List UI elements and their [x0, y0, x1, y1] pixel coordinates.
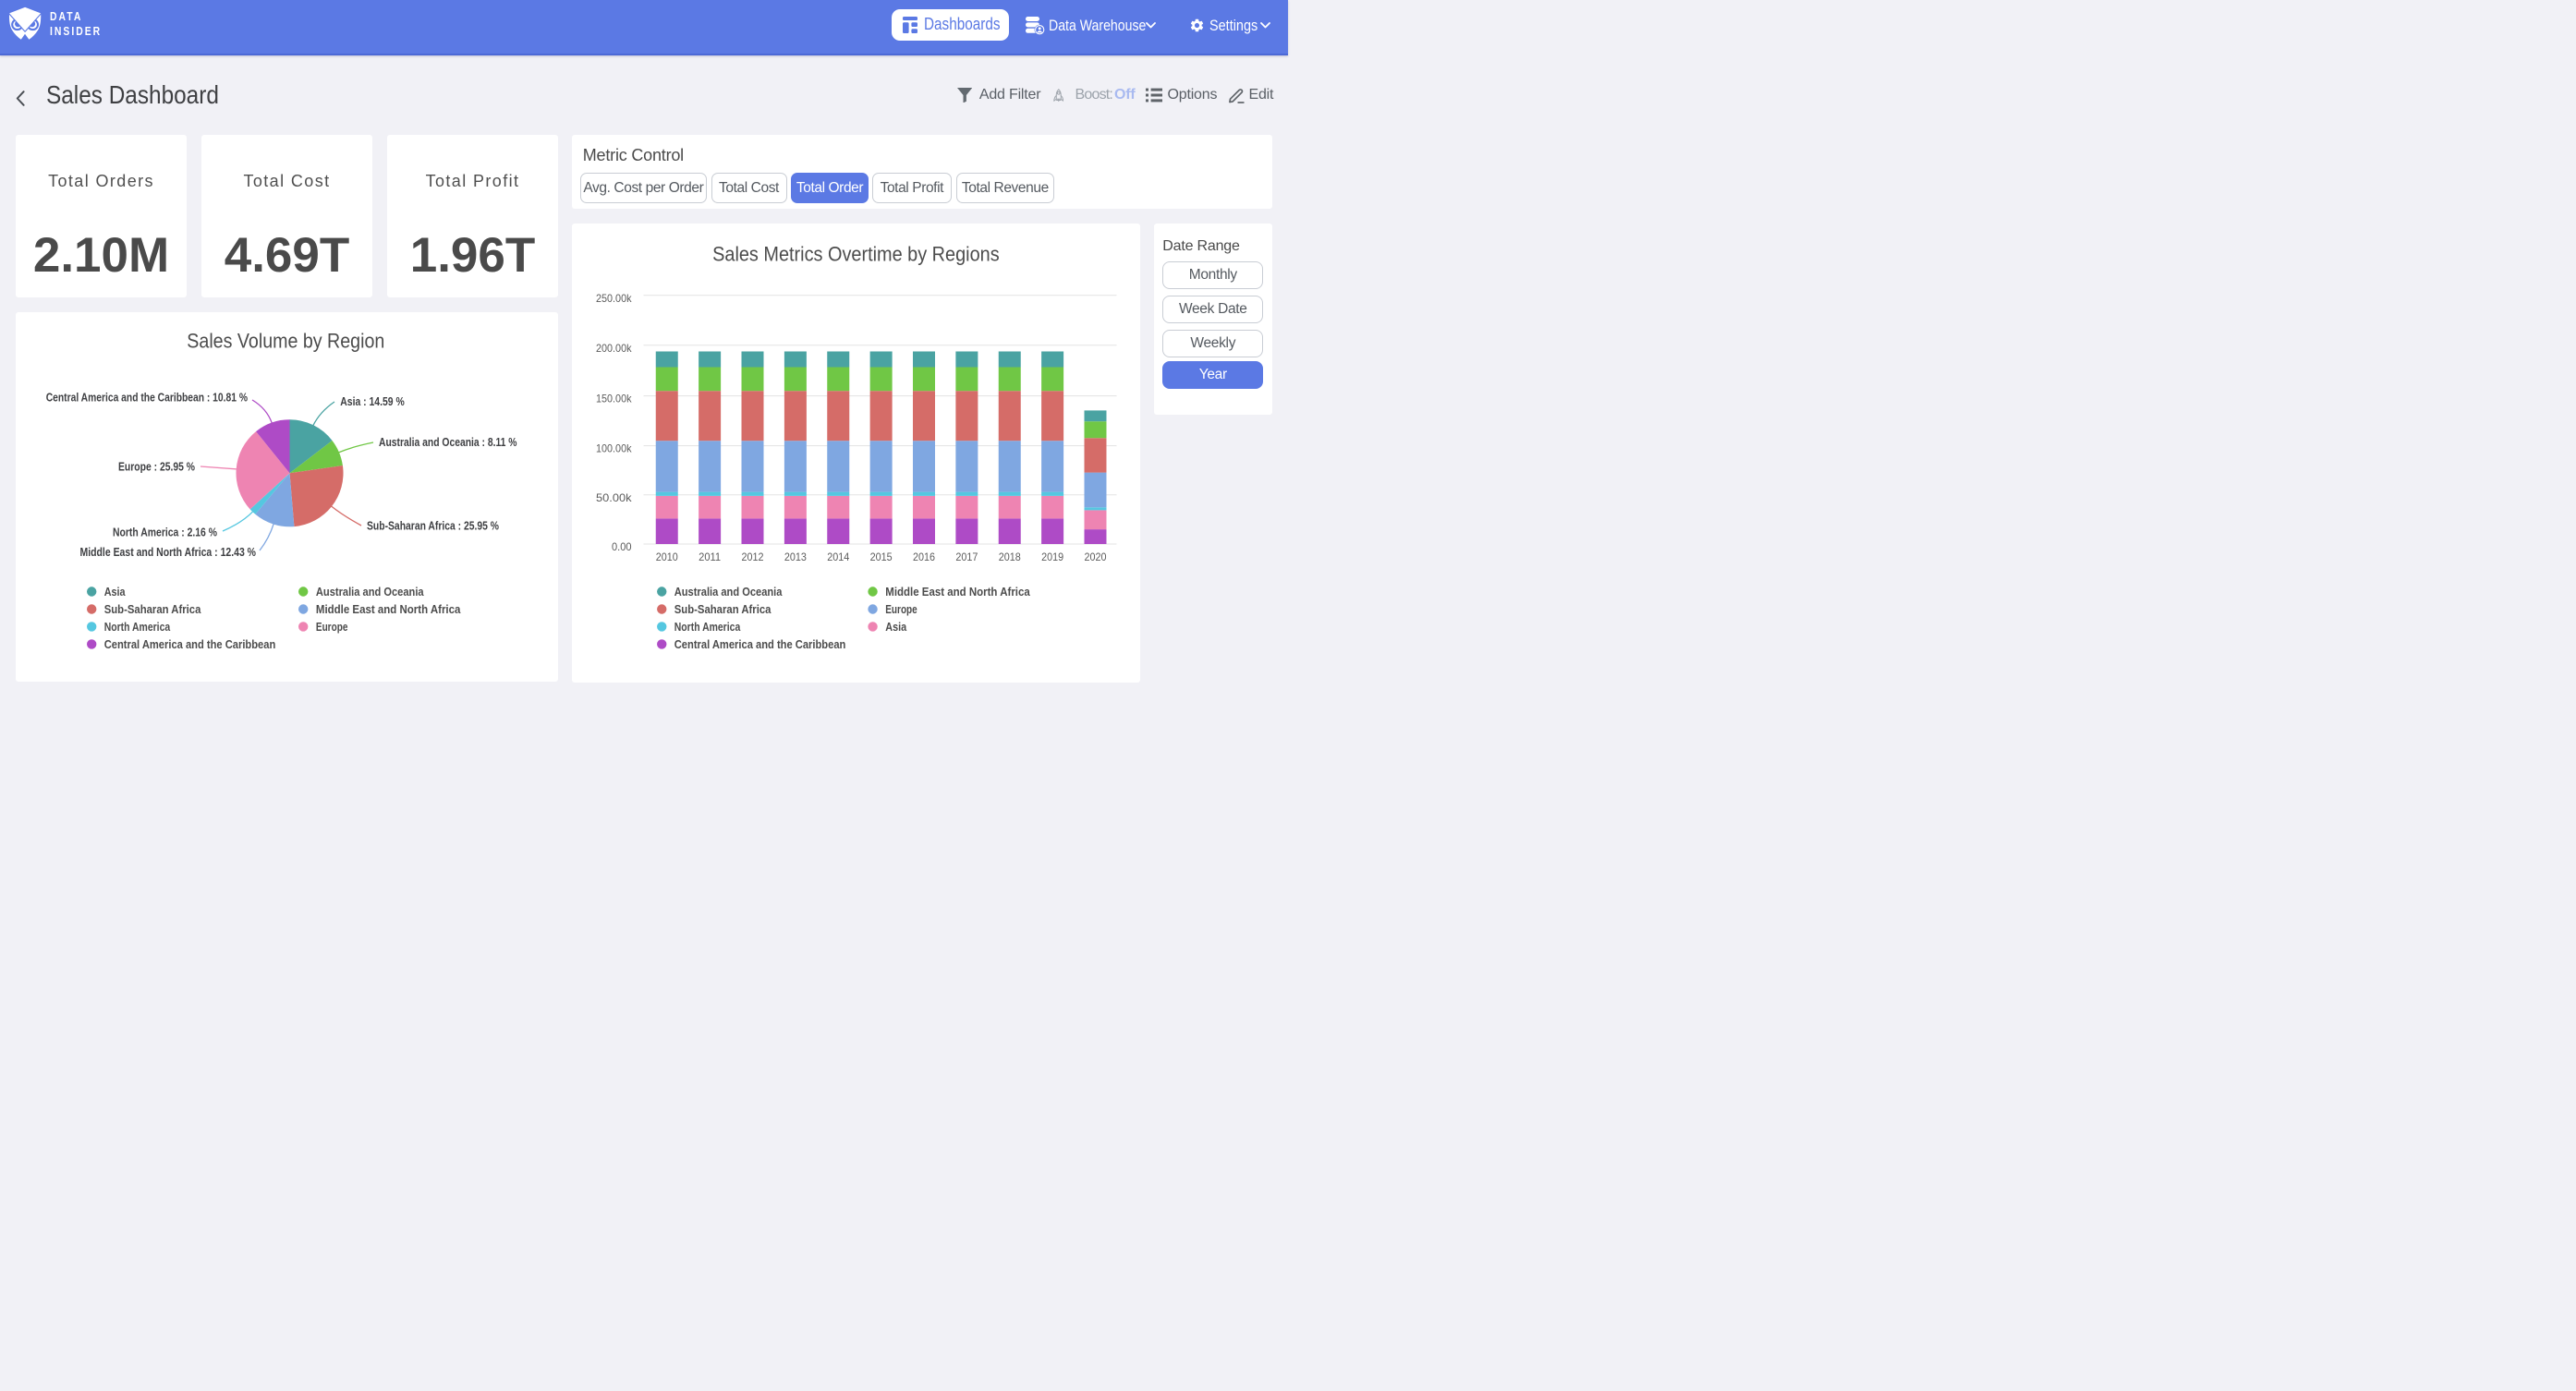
svg-text:Australia and Oceania: Australia and Oceania — [674, 585, 783, 599]
svg-text:Australia and Oceania: Australia and Oceania — [316, 585, 424, 599]
svg-text:Sales Metrics Overtime by Regi: Sales Metrics Overtime by Regions — [712, 242, 999, 265]
svg-text:50.00k: 50.00k — [596, 490, 633, 503]
svg-text:250.00k: 250.00k — [596, 291, 632, 304]
svg-text:Central America and the Caribb: Central America and the Caribbean : 10.8… — [46, 390, 249, 404]
svg-text:Europe: Europe — [316, 620, 348, 634]
svg-text:Sales Volume by Region: Sales Volume by Region — [187, 329, 384, 352]
svg-text:0.00: 0.00 — [612, 540, 632, 553]
svg-text:200.00k: 200.00k — [596, 341, 632, 354]
svg-text:2016: 2016 — [913, 550, 935, 563]
svg-text:North America: North America — [104, 620, 171, 634]
svg-text:Europe : 25.95 %: Europe : 25.95 % — [118, 459, 195, 473]
svg-text:2018: 2018 — [999, 550, 1021, 563]
svg-text:2015: 2015 — [869, 550, 892, 563]
svg-text:2010: 2010 — [656, 550, 678, 563]
svg-text:2012: 2012 — [741, 550, 763, 563]
svg-text:2020: 2020 — [1084, 550, 1106, 563]
svg-text:2011: 2011 — [699, 550, 721, 563]
svg-text:Sub-Saharan Africa: Sub-Saharan Africa — [104, 602, 201, 616]
svg-text:Australia and Oceania : 8.11 %: Australia and Oceania : 8.11 % — [379, 435, 517, 449]
svg-text:150.00k: 150.00k — [596, 392, 632, 405]
svg-text:Asia: Asia — [885, 620, 907, 634]
svg-text:Central America and the Caribb: Central America and the Caribbean — [104, 637, 276, 651]
svg-text:Middle East and North Africa: Middle East and North Africa — [885, 585, 1030, 599]
svg-text:Central America and the Caribb: Central America and the Caribbean — [674, 637, 846, 651]
svg-text:2017: 2017 — [955, 550, 978, 563]
svg-text:Asia : 14.59 %: Asia : 14.59 % — [340, 394, 405, 408]
svg-text:Middle East and North Africa :: Middle East and North Africa : 12.43 % — [80, 545, 257, 559]
svg-text:North America: North America — [674, 620, 741, 634]
svg-text:North America : 2.16 %: North America : 2.16 % — [113, 525, 217, 538]
svg-text:2019: 2019 — [1041, 550, 1063, 563]
svg-text:2013: 2013 — [784, 550, 807, 563]
svg-text:2014: 2014 — [827, 550, 849, 563]
svg-text:Europe: Europe — [885, 602, 917, 616]
svg-text:100.00k: 100.00k — [596, 441, 632, 454]
svg-text:Middle East and North Africa: Middle East and North Africa — [316, 602, 461, 616]
svg-text:Sub-Saharan Africa: Sub-Saharan Africa — [674, 602, 772, 616]
svg-text:Sub-Saharan Africa : 25.95 %: Sub-Saharan Africa : 25.95 % — [367, 518, 499, 532]
svg-text:Asia: Asia — [104, 585, 127, 599]
